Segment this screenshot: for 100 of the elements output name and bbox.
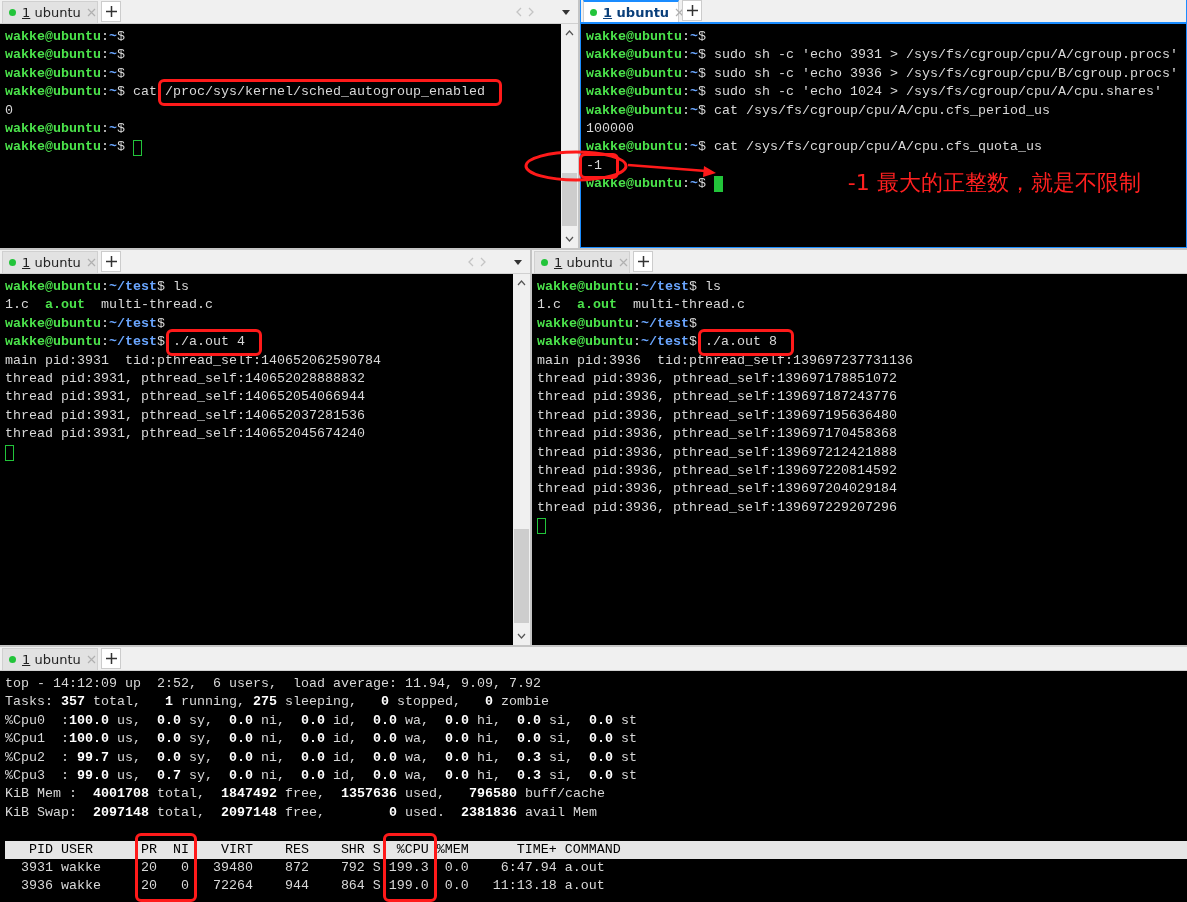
terminal-line: 0 — [5, 101, 13, 120]
terminal-line: wakke@ubuntu:~$ — [586, 175, 707, 194]
close-icon[interactable] — [675, 7, 685, 17]
table-cell-text: a.out — [563, 858, 606, 877]
table-cell-text: 0.0 — [443, 877, 469, 896]
terminal-tab[interactable]: 1 ubuntu — [583, 0, 679, 22]
terminal-line: wakke@ubuntu:~$ — [5, 119, 125, 138]
terminal-line: wakke@ubuntu:~$ cat /sys/fs/cgroup/cpu/A/cpu.cfs_quota_us — [586, 138, 1042, 157]
terminal-line: -1 — [586, 156, 602, 175]
new-tab-button[interactable] — [682, 0, 702, 21]
terminal-line: wakke@ubuntu:~$ sudo sh -c 'echo 3931 > /sys/fs/cgroup/cpu/A/cgroup.procs' — [586, 46, 1178, 65]
terminal-tab[interactable]: 1 ubuntu — [2, 648, 98, 670]
terminal-line: 100000 — [586, 119, 634, 138]
terminal-line: wakke@ubuntu:~$ sudo sh -c 'echo 1024 > /sys/fs/cgroup/cpu/A/cpu.shares' — [586, 83, 1162, 102]
scroll-up-icon[interactable] — [517, 280, 526, 286]
table-cell-text: 3931 — [20, 858, 53, 877]
terminal-tab[interactable]: 1 ubuntu — [534, 251, 630, 273]
terminal-line: wakke@ubuntu:~/test$ — [537, 314, 697, 333]
terminal-line: wakke@ubuntu:~$ — [5, 64, 125, 83]
status-dot-icon — [9, 656, 16, 663]
terminal-line: wakke@ubuntu:~/test$ — [5, 314, 165, 333]
scrollbar[interactable] — [513, 274, 530, 645]
plus-icon — [105, 6, 117, 17]
terminal-line: wakke@ubuntu:~$ cat /sys/fs/cgroup/cpu/A/cpu.cfs_period_us — [586, 101, 1050, 120]
terminal-line: wakke@ubuntu:~$ — [586, 28, 706, 46]
table-cell-text: 0 — [179, 858, 189, 877]
terminal-line: thread pid:3931, pthread_self:140652028888832 — [5, 369, 365, 388]
terminal-line: %Cpu1 :100.0 us, 0.0 sy, 0.0 ni, 0.0 id, 0.0 wa, 0.0 hi, 0.0 si, 0.0 st — [5, 730, 637, 749]
table-cell-text: 944 — [283, 877, 309, 896]
terminal-line: wakke@ubuntu:~/test$ ls — [5, 278, 189, 296]
terminal-line: thread pid:3931, pthread_self:140652045674240 — [5, 425, 365, 444]
table-cell-text: 72264 — [211, 877, 253, 896]
column-header: COMMAND — [563, 840, 622, 859]
terminal-line: wakke@ubuntu:~/test$ ./a.out 8 — [537, 333, 777, 352]
table-cell-text: 199.3 — [387, 858, 429, 877]
terminal-line: thread pid:3936, pthread_self:139697229207296 — [537, 498, 897, 517]
terminal-line: wakke@ubuntu:~$ — [5, 138, 126, 157]
plus-icon — [105, 256, 117, 267]
table-cell-text: 0.0 — [443, 858, 469, 877]
table-cell-text: 864 — [339, 877, 365, 896]
scroll-down-icon[interactable] — [565, 236, 574, 242]
terminal-line: thread pid:3936, pthread_self:139697187243776 — [537, 388, 897, 407]
column-header: %CPU — [395, 840, 429, 859]
terminal-line: thread pid:3936, pthread_self:139697220814592 — [537, 461, 897, 480]
table-cell-text: 872 — [283, 858, 309, 877]
terminal-line: top - 14:12:09 up 2:52, 6 users, load average: 11.94, 9.09, 7.92 — [5, 675, 541, 693]
terminal-line: thread pid:3936, pthread_self:139697204029184 — [537, 480, 897, 499]
terminal-line: 1.c a.out multi-thread.c — [537, 296, 745, 315]
terminal-line: %Cpu3 : 99.0 us, 0.7 sy, 0.0 ni, 0.0 id, 0.0 wa, 0.0 hi, 0.3 si, 0.0 st — [5, 766, 637, 785]
scroll-thumb[interactable] — [514, 529, 529, 623]
terminal-line: main pid:3936 tid:pthread_self:139697237731136 — [537, 351, 913, 370]
terminal-line: wakke@ubuntu:~/test$ ./a.out 4 — [5, 333, 245, 352]
terminal-line: KiB Mem : 4001708 total, 1847492 free, 1357636 used, 796580 buff/cache — [5, 785, 605, 804]
terminal-line: wakke@ubuntu:~/test$ ls — [537, 278, 721, 296]
terminal-tab[interactable]: 1 ubuntu — [2, 1, 98, 23]
column-header: TIME+ — [515, 840, 557, 859]
column-header: PR — [139, 840, 157, 859]
column-header: SHR — [339, 840, 365, 859]
terminal-line: 1.c a.out multi-thread.c — [5, 296, 213, 315]
column-header: USER — [59, 840, 94, 859]
status-dot-icon — [9, 9, 16, 16]
terminal-line: Tasks: 357 total, 1 running, 275 sleeping, 0 stopped, 0 zombie — [5, 693, 549, 712]
terminal-line: thread pid:3931, pthread_self:140652037281536 — [5, 406, 365, 425]
column-header: VIRT — [219, 840, 253, 859]
terminal-line: thread pid:3936, pthread_self:139697195636480 — [537, 406, 897, 425]
terminal-line: wakke@ubuntu:~$ — [5, 46, 125, 65]
table-cell-text: 792 — [339, 858, 365, 877]
terminal-tab[interactable]: 1 ubuntu — [2, 251, 98, 273]
new-tab-button[interactable] — [101, 648, 121, 669]
dropdown-icon[interactable] — [514, 259, 522, 265]
table-cell-text: 11:13.18 — [491, 877, 557, 896]
status-dot-icon — [9, 259, 16, 266]
terminal-line: thread pid:3931, pthread_self:140652054066944 — [5, 388, 365, 407]
column-header: NI — [171, 840, 189, 859]
column-header: S — [371, 840, 381, 859]
plus-icon — [686, 5, 698, 16]
scroll-down-icon[interactable] — [517, 633, 526, 639]
terminal-line: thread pid:3936, pthread_self:139697212421888 — [537, 443, 897, 462]
plus-icon — [105, 653, 117, 664]
plus-icon — [637, 256, 649, 267]
scroll-thumb[interactable] — [562, 173, 577, 226]
column-header: PID — [28, 840, 53, 859]
table-cell-text: wakke — [59, 877, 102, 896]
terminal-line: wakke@ubuntu:~$ — [5, 28, 125, 46]
terminal-line: wakke@ubuntu:~$ cat /proc/sys/kernel/sched_autogroup_enabled — [5, 83, 485, 102]
table-cell-text: 0 — [179, 877, 189, 896]
new-tab-button[interactable] — [633, 251, 653, 272]
terminal-line: KiB Swap: 2097148 total, 2097148 free, 0 used. 2381836 avail Mem — [5, 803, 597, 822]
new-tab-button[interactable] — [101, 251, 121, 272]
scroll-up-icon[interactable] — [565, 30, 574, 36]
terminal-line: main pid:3931 tid:pthread_self:140652062590784 — [5, 351, 381, 370]
table-cell-text: 6:47.94 — [499, 858, 557, 877]
table-cell-text: S — [371, 858, 381, 877]
table-cell-text: S — [371, 877, 381, 896]
status-dot-icon — [590, 8, 597, 16]
status-dot-icon — [541, 259, 548, 266]
dropdown-icon[interactable] — [562, 9, 570, 15]
scrollbar[interactable] — [561, 24, 578, 248]
new-tab-button[interactable] — [101, 1, 121, 22]
table-cell-text: 3936 — [20, 877, 53, 896]
